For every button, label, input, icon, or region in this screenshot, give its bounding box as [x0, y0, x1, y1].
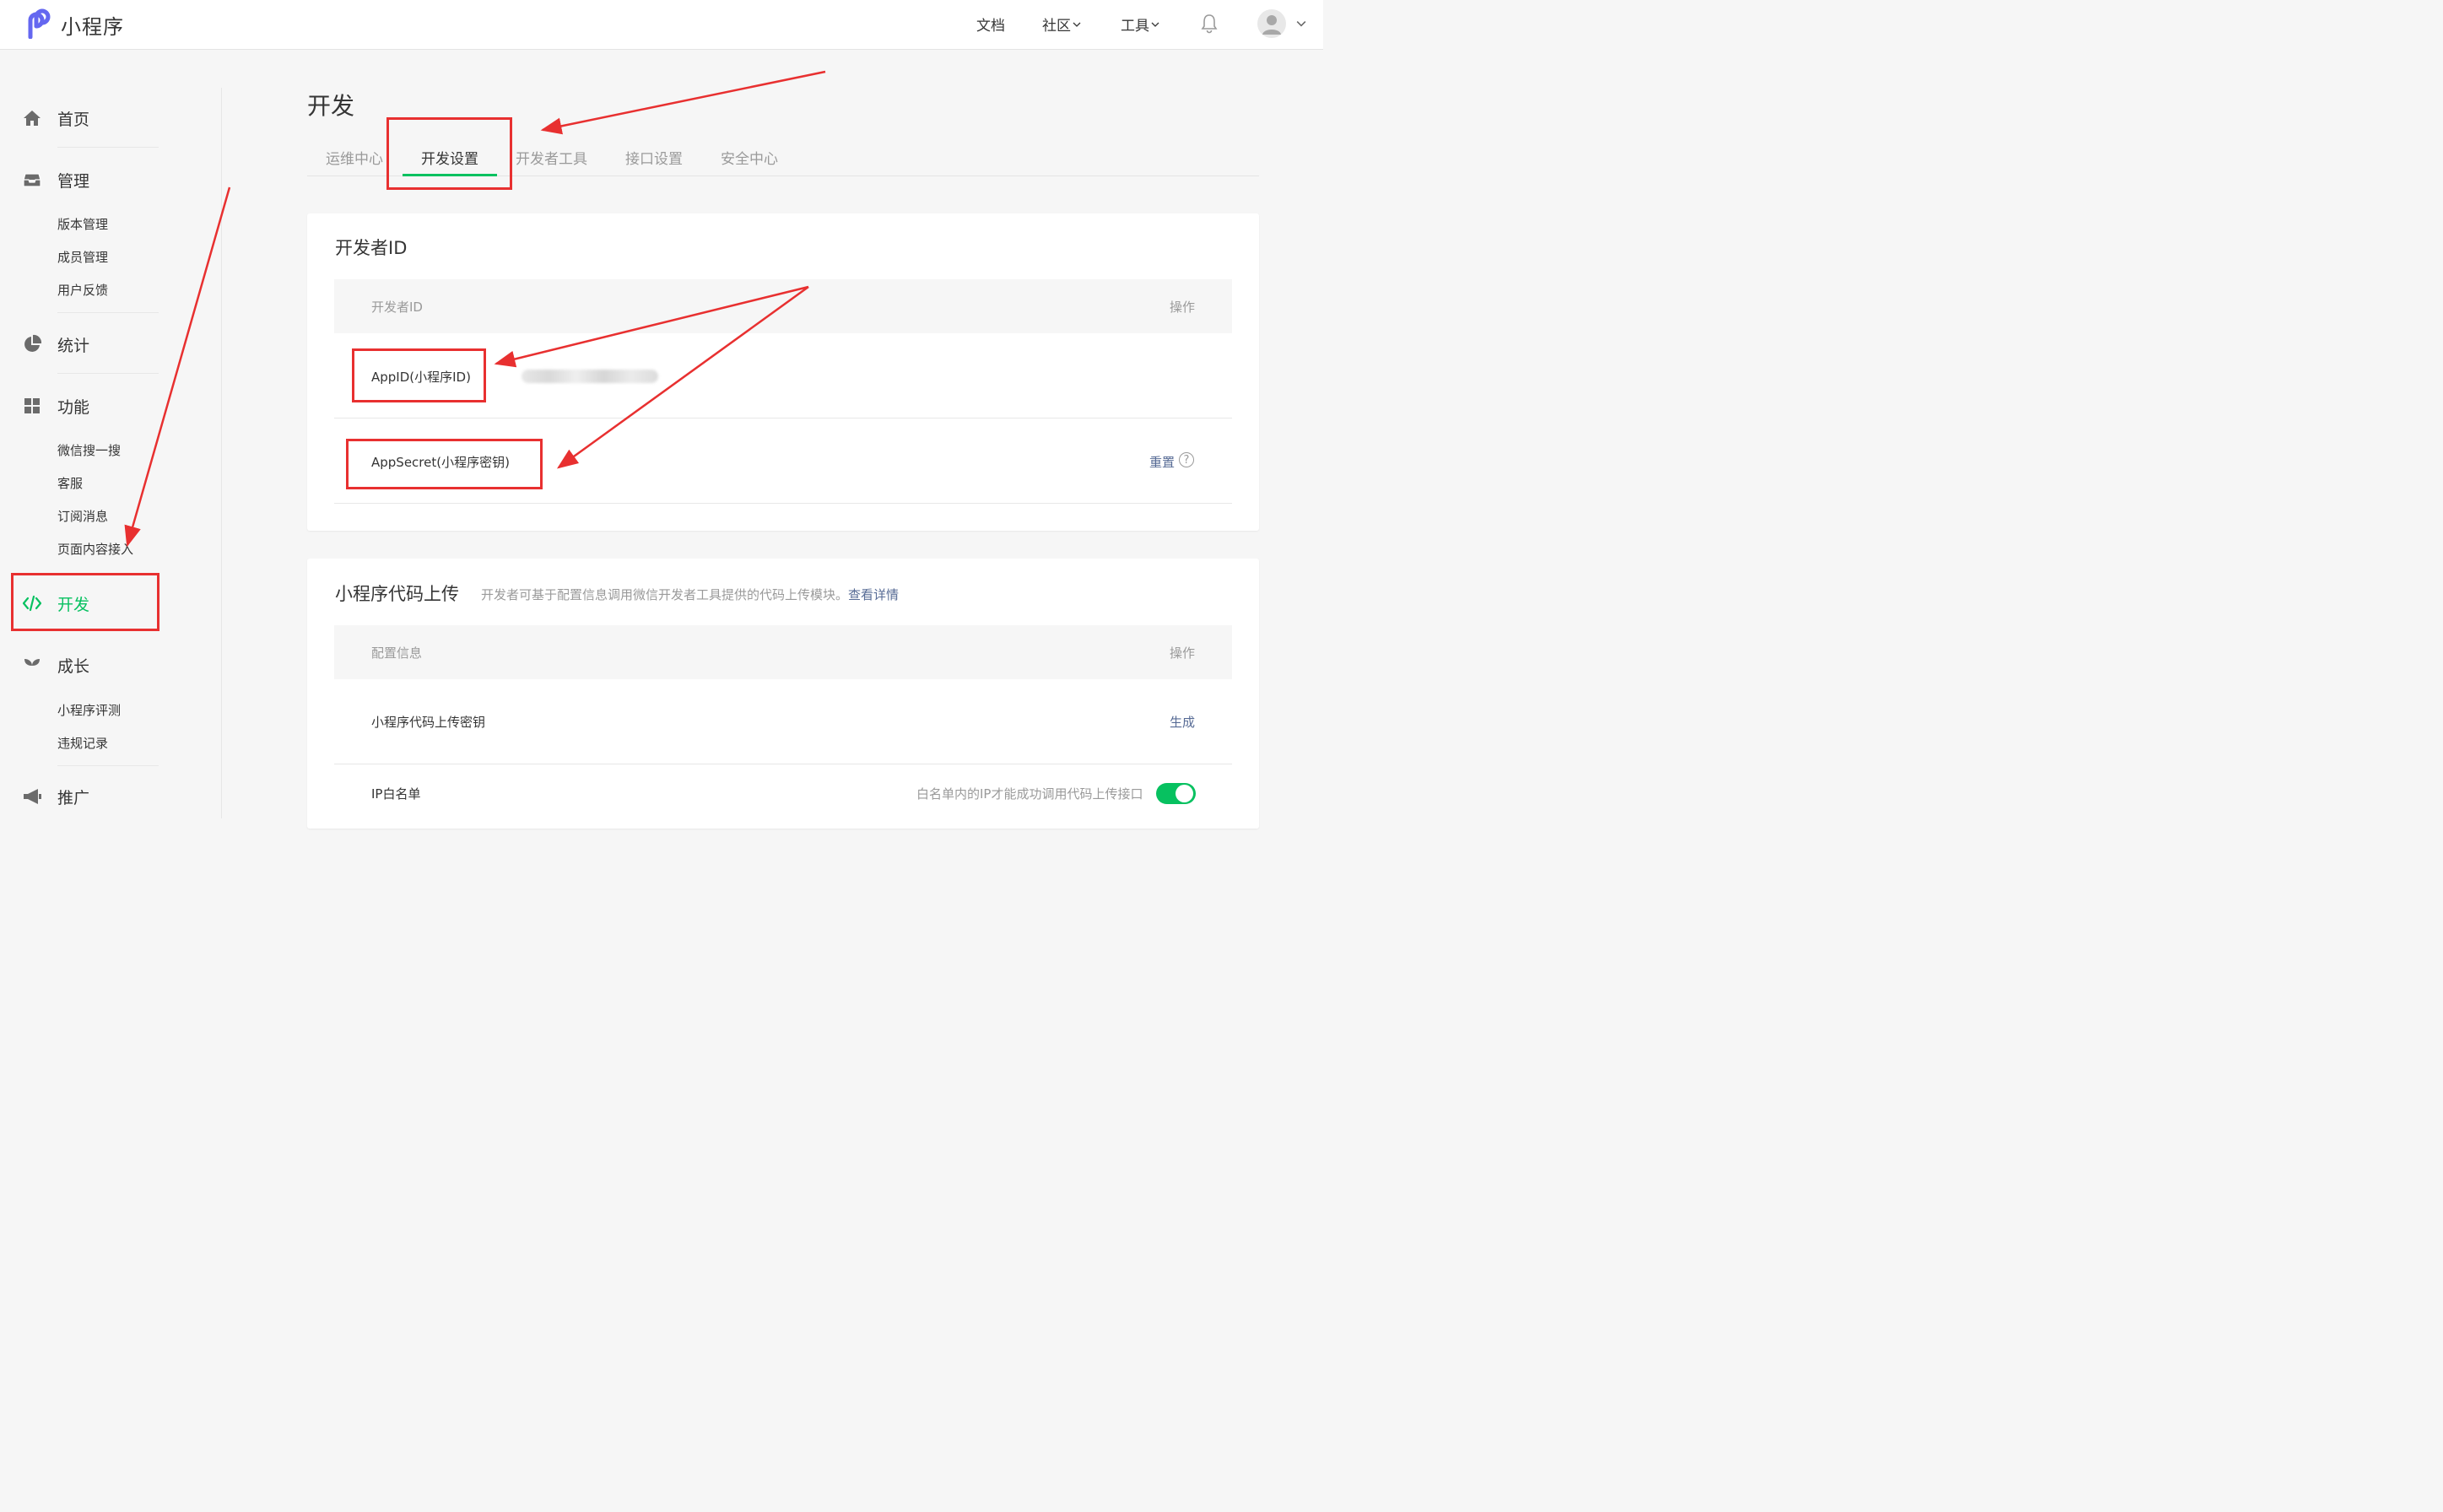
sidebar-divider — [57, 373, 159, 374]
nav-tools-menu[interactable]: 工具 — [1121, 14, 1159, 35]
reset-secret-link[interactable]: 重置 — [1149, 453, 1175, 471]
sidebar-item-search[interactable]: 微信搜一搜 — [57, 441, 121, 459]
developer-id-title: 开发者ID — [335, 238, 408, 258]
sidebar-item-features[interactable]: 功能 — [22, 393, 89, 418]
sidebar-item-version[interactable]: 版本管理 — [57, 215, 108, 233]
page-title: 开发 — [307, 92, 355, 120]
generate-key-link[interactable]: 生成 — [1170, 713, 1195, 731]
home-icon — [22, 108, 42, 128]
sprout-icon — [22, 655, 42, 675]
sidebar-label-promote: 推广 — [57, 788, 90, 807]
arrow-to-develop — [124, 186, 231, 548]
sidebar-divider — [57, 765, 159, 766]
sidebar-item-manage[interactable]: 管理 — [22, 167, 89, 192]
code-upload-description: 开发者可基于配置信息调用微信开发者工具提供的代码上传模块。查看详情 — [481, 586, 899, 603]
tools-label: 工具 — [1121, 18, 1149, 35]
avatar-icon[interactable] — [1257, 9, 1286, 38]
sidebar-label-features: 功能 — [57, 397, 90, 417]
annotation-box-develop — [11, 573, 159, 631]
community-label: 社区 — [1042, 18, 1071, 35]
column-header-action: 操作 — [1170, 645, 1196, 661]
chevron-down-icon — [1151, 22, 1159, 27]
megaphone-icon — [22, 786, 42, 807]
tab-dev-tools[interactable]: 开发者工具 — [516, 147, 587, 168]
sidebar-item-feedback[interactable]: 用户反馈 — [57, 281, 108, 299]
view-details-link[interactable]: 查看详情 — [848, 587, 899, 602]
help-icon[interactable]: ? — [1179, 452, 1194, 467]
sidebar-item-violations[interactable]: 违规记录 — [57, 734, 108, 752]
column-header-id: 开发者ID — [371, 300, 423, 315]
pie-chart-icon — [22, 334, 42, 354]
annotation-box-tab — [386, 117, 512, 190]
upload-key-label: 小程序代码上传密钥 — [371, 715, 486, 730]
sidebar-item-growth[interactable]: 成长 — [22, 652, 89, 678]
annotation-box-appid — [352, 348, 486, 402]
sidebar-item-promote[interactable]: 推广 — [22, 784, 89, 809]
table-row-divider — [334, 503, 1232, 504]
sidebar-label-manage: 管理 — [57, 171, 90, 191]
developer-id-table-header — [334, 279, 1232, 333]
sidebar-divider — [57, 312, 159, 313]
annotation-box-secret — [346, 439, 543, 489]
chevron-down-icon[interactable] — [1296, 19, 1306, 29]
code-upload-title: 小程序代码上传 — [335, 584, 459, 604]
bell-icon[interactable] — [1200, 14, 1219, 34]
sidebar-item-members[interactable]: 成员管理 — [57, 248, 108, 266]
nav-docs-link[interactable]: 文档 — [976, 14, 1005, 35]
appid-value-redacted — [522, 370, 658, 383]
nav-community-menu[interactable]: 社区 — [1042, 14, 1081, 35]
sidebar-label-stats: 统计 — [57, 336, 90, 355]
tab-ops-center[interactable]: 运维中心 — [326, 147, 383, 168]
sidebar-item-evaluation[interactable]: 小程序评测 — [57, 701, 121, 719]
sidebar-divider — [57, 147, 159, 148]
code-upload-table-header — [334, 625, 1232, 679]
app-logo-text[interactable]: 小程序 — [61, 10, 124, 40]
logo-icon[interactable] — [24, 8, 54, 39]
inbox-icon — [22, 170, 42, 190]
grid-icon — [22, 396, 42, 416]
column-header-config: 配置信息 — [371, 645, 423, 661]
tab-api-settings[interactable]: 接口设置 — [625, 147, 683, 168]
sidebar-item-page-content[interactable]: 页面内容接入 — [57, 540, 133, 558]
tab-security-center[interactable]: 安全中心 — [721, 147, 778, 168]
sidebar-label-growth: 成长 — [57, 656, 90, 676]
ip-whitelist-label: IP白名单 — [371, 786, 421, 802]
sidebar-item-stats[interactable]: 统计 — [22, 332, 89, 357]
sidebar-item-subscribe[interactable]: 订阅消息 — [57, 507, 108, 525]
sidebar-item-home[interactable]: 首页 — [22, 105, 89, 131]
sidebar-item-customer-service[interactable]: 客服 — [57, 474, 83, 492]
toggle-knob — [1176, 785, 1193, 802]
code-upload-desc-text: 开发者可基于配置信息调用微信开发者工具提供的代码上传模块。 — [481, 587, 849, 602]
column-header-action: 操作 — [1170, 300, 1196, 315]
sidebar-label-home: 首页 — [57, 110, 90, 129]
ip-whitelist-hint: 白名单内的IP才能成功调用代码上传接口 — [916, 786, 1143, 802]
docs-label: 文档 — [976, 18, 1005, 35]
sidebar-divider — [221, 88, 222, 818]
chevron-down-icon — [1073, 22, 1081, 27]
arrow-to-tab — [540, 70, 826, 135]
